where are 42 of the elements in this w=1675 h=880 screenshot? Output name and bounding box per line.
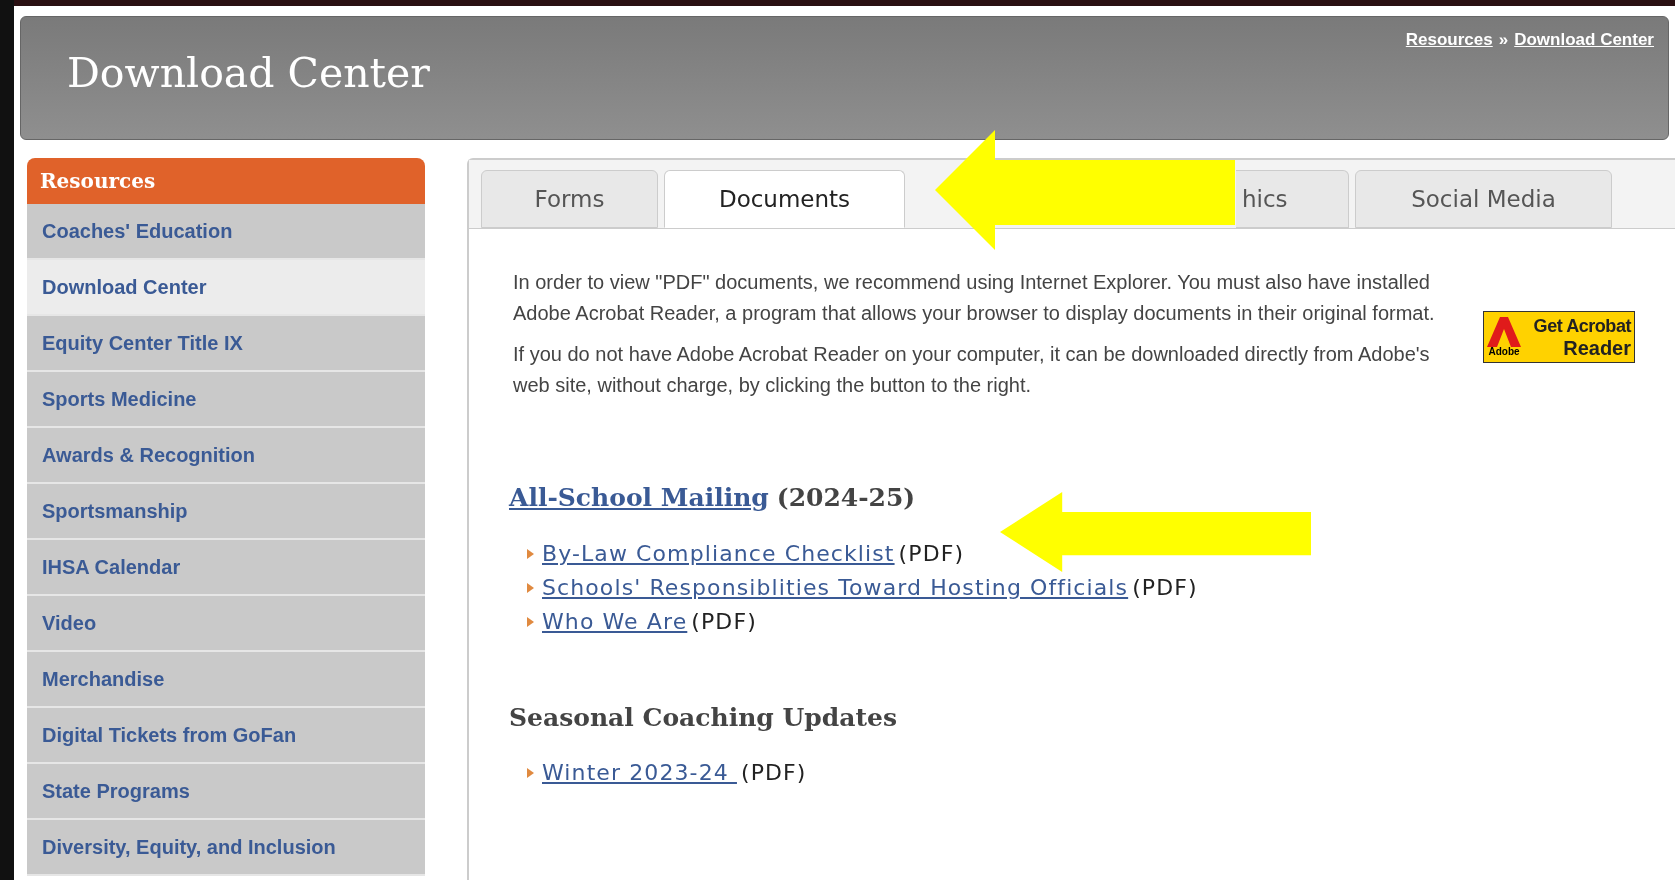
sidebar-item[interactable]: Video — [27, 596, 425, 652]
sidebar-item[interactable]: Diversity, Equity, and Inclusion — [27, 820, 425, 876]
sidebar-item[interactable]: Merchandise — [27, 652, 425, 708]
sidebar-item[interactable]: Download Center — [27, 260, 425, 316]
sidebar-item[interactable]: Sportsmanship — [27, 484, 425, 540]
breadcrumb-link[interactable]: Download Center — [1514, 27, 1654, 53]
sidebar-item[interactable]: Sports Medicine — [27, 372, 425, 428]
file-type: (PDF) — [898, 539, 965, 568]
document-link[interactable]: Who We Are — [542, 604, 688, 639]
badge-line: Get Acrobat — [1533, 315, 1631, 337]
document-link[interactable]: By-Law Compliance Checklist — [542, 536, 895, 571]
bullet-icon — [527, 616, 534, 627]
tab[interactable]: Social Media — [1355, 170, 1612, 228]
document-link[interactable]: Winter 2023-24 — [542, 756, 737, 790]
sidebar-item[interactable]: Equity Center Title IX — [27, 316, 425, 372]
bullet-icon — [527, 548, 534, 559]
badge-line: Reader — [1563, 337, 1631, 359]
section-title: Seasonal Coaching Updates — [509, 701, 897, 734]
sidebar-item[interactable]: State Programs — [27, 764, 425, 820]
tab[interactable]: Documents — [664, 170, 905, 228]
intro-paragraph: If you do not have Adobe Acrobat Reader on your computer, it can be downloaded directly from Adobe's web site, without charge, by clicking the button to the right. — [513, 342, 1431, 398]
section-title-link[interactable]: All-School Mailing — [509, 479, 769, 517]
file-type: (PDF) — [691, 607, 757, 636]
file-type: (PDF) — [1132, 573, 1198, 602]
acrobat-reader-button[interactable]: Adobe Get Acrobat Reader — [1483, 311, 1635, 363]
breadcrumb-separator: » — [1498, 29, 1509, 51]
sidebar-item[interactable]: IHSA Calendar — [27, 540, 425, 596]
tab[interactable]: hics — [1236, 170, 1349, 228]
section-year: (2024-25) — [776, 482, 916, 514]
sidebar-item[interactable]: Digital Tickets from GoFan — [27, 708, 425, 764]
adobe-label: Adobe — [1488, 347, 1520, 357]
sidebar-header: Resources — [27, 158, 425, 204]
bullet-icon — [527, 768, 534, 778]
adobe-logo-icon — [1487, 317, 1521, 347]
intro-paragraph: In order to view "PDF" documents, we recommend using Internet Explorer. You must also have installed Adobe Acrobat Reader, a program that allows your browser to display documents in their original format. — [513, 270, 1436, 326]
tab[interactable]: Forms — [481, 170, 658, 228]
sidebar-item[interactable]: Awards & Recognition — [27, 428, 425, 484]
sidebar-item[interactable]: Coaches' Education — [27, 204, 425, 260]
document-link[interactable]: Schools' Responsiblities Toward Hosting Officials — [542, 570, 1129, 605]
bullet-icon — [527, 582, 534, 593]
page-title: Download Center — [67, 48, 430, 99]
breadcrumb-link[interactable]: Resources — [1405, 27, 1493, 53]
